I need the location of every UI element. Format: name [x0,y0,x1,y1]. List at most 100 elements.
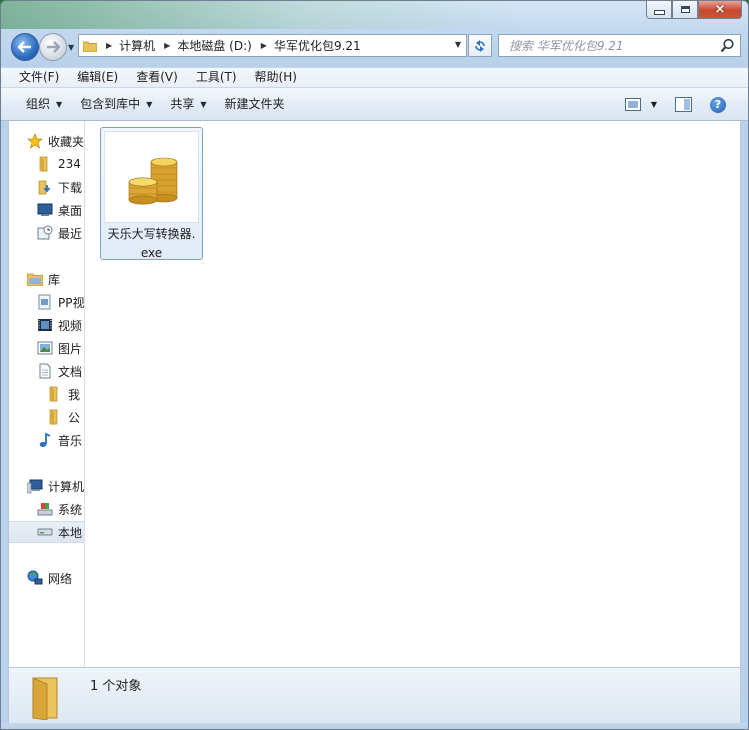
folder-icon [83,41,97,52]
file-list[interactable]: 天乐大写转换器. exe [84,121,740,667]
caption-buttons: × [646,1,742,19]
share-button[interactable]: 共享 ▼ [161,88,215,121]
nav-label: 最近 [58,226,83,241]
search-box[interactable]: 搜索 华军优化包9.21 [498,34,741,57]
nav-libraries[interactable]: 库 [27,268,84,290]
nav-item-lib-pp[interactable]: PP视 [37,291,84,313]
new-folder-label: 新建文件夹 [224,96,285,111]
include-in-library-button[interactable]: 包含到库中 ▼ [71,88,161,121]
nav-item-pictures[interactable]: 图片 [37,337,84,359]
nav-label: 公 [68,410,81,425]
computer-icon [27,478,43,494]
arrow-left-icon [18,41,31,53]
folder-icon [47,409,63,425]
organize-button[interactable]: 组织 ▼ [17,88,71,121]
nav-computer[interactable]: 计算机 [27,475,84,497]
item-count: 1 个对象 [90,679,142,694]
navigation-pane[interactable]: 收藏夹 234 下载 桌面 最近 库 PP视 视频 图片 文档 我 公 音乐 计… [9,121,85,667]
nav-item-videos[interactable]: 视频 [37,314,84,336]
menu-file[interactable]: 文件(F) [11,68,67,87]
nav-item-local-disk[interactable]: 本地 [9,521,84,543]
back-button[interactable] [11,33,39,61]
nav-label: 本地 [58,525,83,540]
nav-label: 系统 [58,502,83,517]
minimize-icon [653,10,665,15]
breadcrumb-computer[interactable]: 计算机 [119,37,155,54]
explorer-window: × ▼ ▶ 计算机 ▶ 本地磁盘 (D:) ▶ 华军优化包9.21 ▼ 搜索 华… [0,0,749,730]
library-icon [27,271,43,287]
view-icon [624,98,641,111]
file-name: 天乐大写转换器. exe [101,225,202,263]
menu-view[interactable]: 查看(V) [128,68,186,87]
system-drive-icon [37,501,53,517]
hard-drive-icon [37,524,53,540]
file-item[interactable]: 天乐大写转换器. exe [100,127,203,260]
music-note-icon [37,432,53,448]
minimize-button[interactable] [646,1,672,19]
network-icon [27,570,43,586]
menu-bar: 文件(F) 编辑(E) 查看(V) 工具(T) 帮助(H) [1,67,748,88]
refresh-button[interactable] [468,34,492,57]
change-view-button[interactable]: ▼ [624,98,657,111]
document-icon [37,363,53,379]
chevron-down-icon: ▼ [200,99,207,109]
search-input[interactable]: 搜索 华军优化包9.21 [509,37,624,54]
title-bar[interactable] [1,1,748,29]
menu-help[interactable]: 帮助(H) [247,68,305,87]
nav-network[interactable]: 网络 [27,567,84,589]
new-folder-button[interactable]: 新建文件夹 [216,88,294,121]
chevron-down-icon: ▼ [56,99,63,109]
chevron-right-icon[interactable]: ▶ [106,41,112,50]
close-button[interactable]: × [698,1,742,19]
nav-item-fav-1[interactable]: 234 [37,153,84,175]
folder-icon [37,156,53,172]
nav-label: 库 [48,272,61,287]
address-dropdown[interactable]: ▼ [455,40,461,49]
video-library-icon [37,294,53,310]
nav-item-documents[interactable]: 文档 [37,360,84,382]
nav-label: 桌面 [58,203,83,218]
nav-label: 文档 [58,364,83,379]
nav-item-system-drive[interactable]: 系统 [37,498,84,520]
window-border [1,723,748,729]
chevron-right-icon[interactable]: ▶ [261,41,267,50]
recent-pages-dropdown[interactable]: ▼ [68,43,74,52]
download-folder-icon [37,179,53,195]
preview-pane-icon[interactable] [675,97,692,112]
chevron-right-icon[interactable]: ▶ [164,41,170,50]
nav-label: 视频 [58,318,83,333]
nav-label: 音乐 [58,433,83,448]
nav-item-public-documents[interactable]: 公 [47,406,84,428]
address-bar[interactable]: ▶ 计算机 ▶ 本地磁盘 (D:) ▶ 华军优化包9.21 ▼ [78,34,467,57]
menu-edit[interactable]: 编辑(E) [69,68,126,87]
nav-label: 我 [68,387,81,402]
breadcrumb: ▶ 计算机 ▶ 本地磁盘 (D:) ▶ 华军优化包9.21 [97,37,361,54]
help-icon[interactable]: ? [710,96,726,113]
command-bar: 组织 ▼ 包含到库中 ▼ 共享 ▼ 新建文件夹 ▼ ? [1,88,748,121]
nav-item-my-documents[interactable]: 我 [47,383,84,405]
film-icon [37,317,53,333]
search-icon[interactable] [720,38,735,53]
menu-tools[interactable]: 工具(T) [188,68,245,87]
organize-label: 组织 [26,96,51,111]
maximize-button[interactable] [672,1,698,19]
nav-item-recent[interactable]: 最近 [37,222,84,244]
nav-item-downloads[interactable]: 下载 [37,176,84,198]
breadcrumb-local-disk[interactable]: 本地磁盘 (D:) [177,37,251,54]
chevron-down-icon: ▼ [146,99,153,109]
navigation-row: ▼ ▶ 计算机 ▶ 本地磁盘 (D:) ▶ 华军优化包9.21 ▼ 搜索 华军优… [1,29,748,65]
recent-places-icon [37,225,53,241]
nav-favorites[interactable]: 收藏夹 [27,130,84,152]
nav-item-music[interactable]: 音乐 [37,429,84,451]
content-area: 收藏夹 234 下载 桌面 最近 库 PP视 视频 图片 文档 我 公 音乐 计… [8,121,741,667]
nav-label: 图片 [58,341,83,356]
nav-label: 234 [58,157,81,171]
folder-icon [47,386,63,402]
nav-item-desktop[interactable]: 桌面 [37,199,84,221]
arrow-right-icon [47,41,60,53]
refresh-icon [475,39,485,52]
nav-label: 下载 [58,180,83,195]
breadcrumb-current-folder[interactable]: 华军优化包9.21 [274,37,361,54]
forward-button[interactable] [39,33,67,61]
star-icon [27,133,43,149]
